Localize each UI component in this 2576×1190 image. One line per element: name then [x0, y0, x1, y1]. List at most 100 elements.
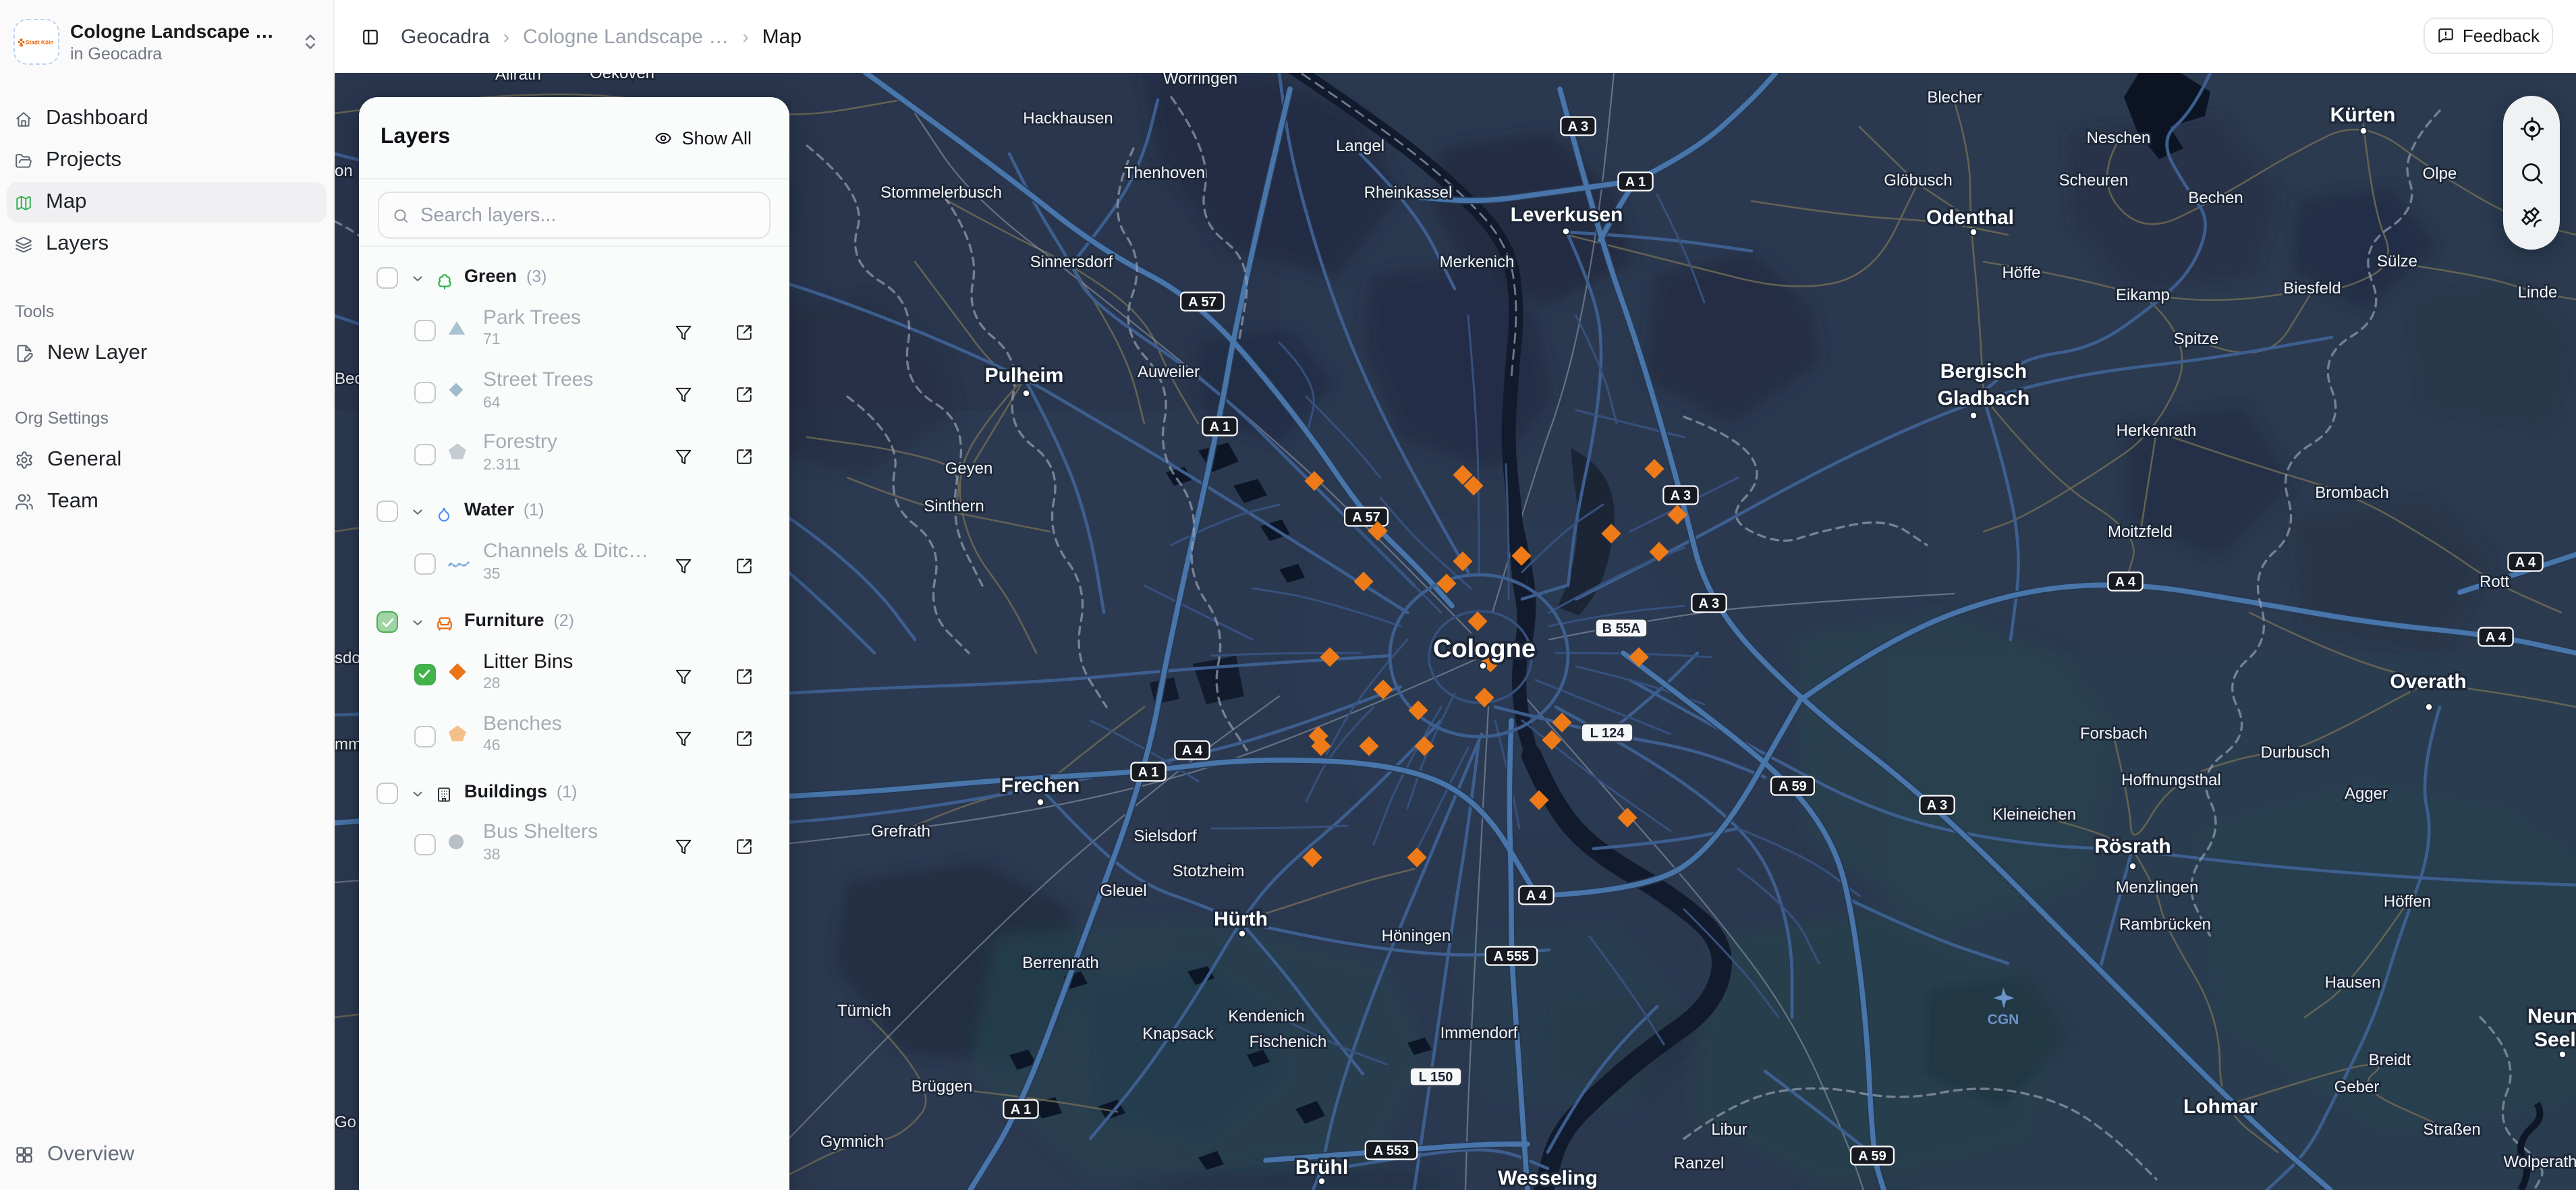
svg-text:Neschen: Neschen: [2087, 129, 2151, 147]
svg-text:Bechen: Bechen: [2188, 189, 2243, 207]
svg-text:Grefrath: Grefrath: [871, 822, 930, 841]
svg-text:mm: mm: [335, 735, 362, 754]
svg-text:Odenthal: Odenthal: [1926, 206, 2014, 229]
svg-text:A 555: A 555: [1494, 949, 1530, 964]
svg-text:Wolperath: Wolperath: [2504, 1153, 2576, 1171]
svg-text:Höningen: Höningen: [1382, 927, 1451, 945]
svg-text:L 150: L 150: [1419, 1070, 1453, 1085]
svg-text:Berrenrath: Berrenrath: [1022, 954, 1098, 972]
svg-text:Forsbach: Forsbach: [2080, 725, 2148, 743]
svg-text:Libur: Libur: [1711, 1121, 1747, 1139]
svg-text:Brühl: Brühl: [1295, 1156, 1348, 1179]
svg-text:Glöbusch: Glöbusch: [1884, 171, 1952, 190]
svg-text:Stotzheim: Stotzheim: [1173, 862, 1245, 880]
svg-text:Olpe: Olpe: [2423, 165, 2457, 183]
svg-text:A 553: A 553: [1374, 1143, 1409, 1158]
svg-text:Kürten: Kürten: [2330, 104, 2396, 126]
svg-text:Go: Go: [335, 1113, 356, 1131]
svg-text:A 57: A 57: [1188, 295, 1216, 310]
svg-text:Scheuren: Scheuren: [2059, 171, 2129, 190]
svg-text:A 4: A 4: [1526, 888, 1547, 903]
svg-text:Allrath: Allrath: [495, 73, 541, 84]
svg-text:Hoffnungsthal: Hoffnungsthal: [2121, 771, 2221, 789]
svg-text:Gleuel: Gleuel: [1100, 882, 1146, 900]
svg-text:A 4: A 4: [1182, 743, 1203, 758]
svg-text:on: on: [335, 162, 353, 180]
svg-text:Geyen: Geyen: [945, 459, 993, 478]
svg-text:Neunkirc: Neunkirc: [2527, 1005, 2576, 1027]
svg-text:CGN: CGN: [1988, 1012, 2019, 1027]
svg-text:Leverkusen: Leverkusen: [1511, 204, 1623, 226]
svg-text:Overath: Overath: [2390, 671, 2466, 693]
svg-text:Bergisch: Bergisch: [1940, 360, 2027, 382]
svg-text:Hackhausen: Hackhausen: [1023, 109, 1113, 128]
svg-text:Gladbach: Gladbach: [1938, 387, 2030, 409]
svg-text:sdo: sdo: [335, 649, 361, 667]
svg-text:Merkenich: Merkenich: [1440, 253, 1515, 271]
svg-text:Ranzel: Ranzel: [1674, 1154, 1725, 1172]
svg-text:Moitzfeld: Moitzfeld: [2108, 523, 2173, 541]
svg-text:A 3: A 3: [1699, 596, 1719, 611]
svg-text:Biesfeld: Biesfeld: [2283, 279, 2341, 298]
svg-text:A 1: A 1: [1011, 1102, 1031, 1117]
svg-text:Lohmar: Lohmar: [2183, 1096, 2258, 1118]
svg-text:Stommelerbusch: Stommelerbusch: [880, 183, 1002, 202]
svg-text:Knapsack: Knapsack: [1142, 1025, 1214, 1043]
svg-text:A 59: A 59: [1858, 1149, 1886, 1164]
svg-text:Rott: Rott: [2480, 573, 2509, 591]
svg-text:Worringen: Worringen: [1163, 73, 1237, 88]
svg-text:Kendenich: Kendenich: [1228, 1007, 1304, 1025]
svg-text:Rösrath: Rösrath: [2094, 835, 2171, 857]
svg-text:Herkenrath: Herkenrath: [2117, 422, 2197, 440]
svg-text:A 1: A 1: [1138, 765, 1158, 780]
svg-text:Brüggen: Brüggen: [912, 1077, 973, 1096]
svg-text:Cologne: Cologne: [1433, 635, 1536, 663]
svg-text:Fischenich: Fischenich: [1250, 1033, 1327, 1051]
svg-text:A 3: A 3: [1568, 119, 1588, 134]
svg-text:Rambrücken: Rambrücken: [2119, 915, 2211, 934]
svg-text:Sielsdorf: Sielsdorf: [1133, 827, 1197, 845]
svg-text:Sinnersdorf: Sinnersdorf: [1030, 253, 1113, 271]
svg-text:Höffen: Höffen: [2384, 893, 2431, 911]
svg-text:Rheinkassel: Rheinkassel: [1364, 183, 1453, 202]
svg-text:A 3: A 3: [1927, 798, 1947, 813]
svg-text:Breidt: Breidt: [2369, 1051, 2411, 1069]
svg-text:A 59: A 59: [1779, 779, 1807, 794]
svg-text:Gymnich: Gymnich: [820, 1133, 885, 1151]
svg-text:Blecher: Blecher: [1927, 88, 1982, 107]
svg-text:Hürth: Hürth: [1214, 908, 1268, 930]
svg-text:Sülze: Sülze: [2377, 252, 2417, 271]
svg-text:Pulheim: Pulheim: [985, 364, 1064, 387]
svg-text:A 4: A 4: [2486, 630, 2507, 645]
svg-text:Brombach: Brombach: [2315, 484, 2388, 502]
svg-text:Oekoven: Oekoven: [590, 73, 654, 82]
svg-text:Türnich: Türnich: [837, 1002, 891, 1020]
svg-text:Straßen: Straßen: [2423, 1121, 2480, 1139]
svg-text:Seelsch: Seelsch: [2534, 1029, 2576, 1051]
svg-text:L 124: L 124: [1590, 726, 1625, 741]
svg-text:Stadt Köln: Stadt Köln: [26, 39, 53, 45]
svg-text:Geber: Geber: [2334, 1078, 2380, 1096]
svg-text:Linde: Linde: [2518, 283, 2558, 302]
svg-text:A 4: A 4: [2515, 555, 2536, 570]
svg-text:Wesseling: Wesseling: [1498, 1167, 1598, 1189]
svg-text:A 4: A 4: [2115, 575, 2136, 590]
svg-text:Hausen: Hausen: [2325, 973, 2381, 992]
svg-text:Spitze: Spitze: [2174, 330, 2219, 348]
svg-text:Frechen: Frechen: [1001, 774, 1080, 797]
svg-text:Höffe: Höffe: [2003, 264, 2041, 282]
svg-text:Langel: Langel: [1336, 137, 1384, 155]
svg-text:Menzlingen: Menzlingen: [2116, 878, 2199, 897]
svg-text:Thenhoven: Thenhoven: [1124, 164, 1205, 182]
svg-text:A 1: A 1: [1210, 420, 1230, 434]
svg-text:Durbusch: Durbusch: [2261, 743, 2330, 762]
svg-text:A 1: A 1: [1625, 175, 1646, 190]
svg-text:Sinthern: Sinthern: [924, 497, 984, 515]
svg-text:Agger: Agger: [2345, 785, 2388, 803]
svg-text:Immendorf: Immendorf: [1440, 1024, 1518, 1042]
svg-text:Kleineichen: Kleineichen: [1992, 805, 2076, 824]
svg-text:B 55A: B 55A: [1602, 621, 1641, 636]
svg-text:Eikamp: Eikamp: [2116, 286, 2170, 304]
svg-text:Auweiler: Auweiler: [1138, 363, 1200, 381]
svg-text:A 3: A 3: [1671, 488, 1691, 503]
